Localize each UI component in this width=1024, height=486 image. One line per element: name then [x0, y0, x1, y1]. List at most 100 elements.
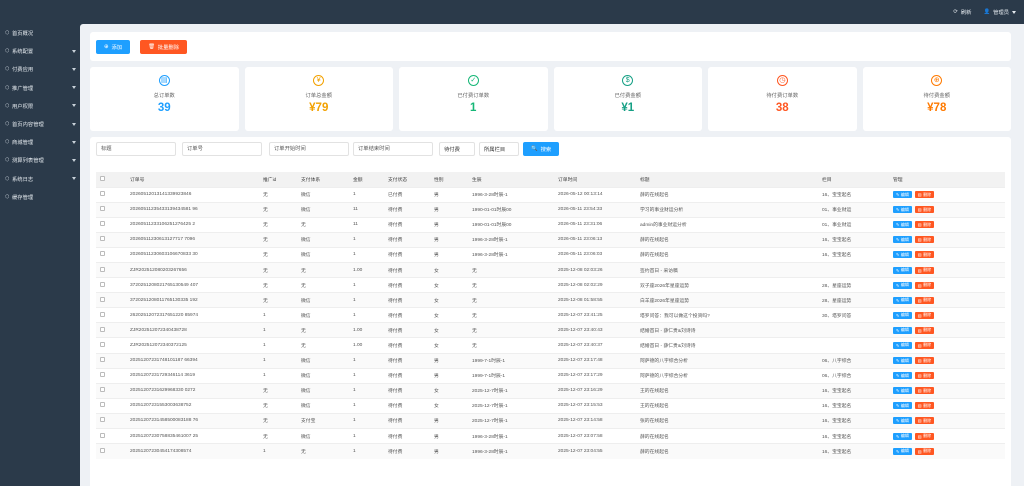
edit-button[interactable]: ✎ 编辑	[893, 251, 912, 259]
sidebar-item-1[interactable]: ⬡ 系统配置	[0, 42, 80, 60]
sidebar-item-7[interactable]: ⬡ 测算列表管理	[0, 151, 80, 169]
edit-button[interactable]: ✎ 编辑	[893, 311, 912, 319]
edit-button[interactable]: ✎ 编辑	[893, 341, 912, 349]
delete-button[interactable]: ▥ 删除	[914, 296, 935, 304]
start-time-filter-input[interactable]	[269, 142, 349, 156]
checkbox-icon[interactable]	[100, 357, 105, 363]
checkbox-icon[interactable]	[100, 432, 105, 438]
edit-button[interactable]: ✎ 编辑	[893, 221, 912, 229]
table-cell: 白羊座2026年星座运势	[636, 292, 818, 308]
row-select[interactable]	[96, 352, 126, 369]
checkbox-icon[interactable]	[100, 326, 105, 332]
add-button[interactable]: ⊕ 添加	[96, 39, 131, 54]
row-select[interactable]	[96, 427, 126, 444]
title-filter-input[interactable]	[96, 142, 176, 156]
delete-button[interactable]: ▥ 删除	[914, 341, 935, 349]
row-select[interactable]	[96, 322, 126, 338]
sidebar-item-3[interactable]: ⬡ 推广管理	[0, 79, 80, 97]
sidebar-item-6[interactable]: ⬡ 商城管理	[0, 133, 80, 151]
delete-button[interactable]: ▥ 删除	[914, 236, 935, 244]
delete-button[interactable]: ▥ 删除	[914, 311, 935, 319]
delete-button[interactable]: ▥ 删除	[914, 372, 935, 380]
edit-button[interactable]: ✎ 编辑	[893, 387, 912, 395]
order-no-filter-input[interactable]	[182, 142, 262, 156]
edit-button[interactable]: ✎ 编辑	[893, 191, 912, 199]
stat-value: ¥79	[309, 102, 329, 114]
row-select[interactable]	[96, 412, 126, 429]
row-select[interactable]	[96, 292, 126, 308]
header-select-all[interactable]	[96, 172, 126, 187]
table-cell: 阿萨德的八字综合分析	[636, 367, 818, 384]
edit-button[interactable]: ✎ 编辑	[893, 296, 912, 304]
checkbox-icon[interactable]	[100, 387, 105, 393]
row-select[interactable]	[96, 216, 126, 233]
checkbox-icon[interactable]	[100, 417, 105, 423]
delete-button[interactable]: ▥ 删除	[914, 417, 935, 425]
delete-button[interactable]: ▥ 删除	[914, 447, 935, 455]
checkbox-icon[interactable]	[100, 251, 105, 257]
row-select[interactable]	[96, 443, 126, 459]
delete-button[interactable]: ▥ 删除	[914, 191, 935, 199]
checkbox-icon[interactable]	[100, 281, 105, 287]
edit-button[interactable]: ✎ 编辑	[893, 432, 912, 440]
row-select[interactable]	[96, 337, 126, 354]
delete-button[interactable]: ▥ 删除	[914, 266, 935, 274]
batch-delete-button[interactable]: 🗑 批量删除	[140, 39, 187, 54]
refresh-button[interactable]: ⟳ 刷新	[953, 8, 971, 16]
end-time-filter-input[interactable]	[353, 142, 433, 156]
edit-button[interactable]: ✎ 编辑	[893, 236, 912, 244]
checkbox-icon[interactable]	[100, 341, 105, 347]
edit-button[interactable]: ✎ 编辑	[893, 402, 912, 410]
pencil-icon: ✎	[896, 433, 900, 439]
sidebar-item-0[interactable]: ⬡ 首页概况	[0, 24, 80, 42]
row-select[interactable]	[96, 231, 126, 248]
checkbox-icon[interactable]	[100, 311, 105, 317]
row-select[interactable]	[96, 201, 126, 218]
edit-button[interactable]: ✎ 编辑	[893, 206, 912, 214]
edit-button[interactable]: ✎ 编辑	[893, 447, 912, 455]
search-button[interactable]: 🔍 搜索	[523, 142, 560, 156]
sidebar-item-2[interactable]: ⬡ 付费应用	[0, 60, 80, 78]
sidebar-item-8[interactable]: ⬡ 系统日志	[0, 170, 80, 188]
checkbox-icon[interactable]	[100, 221, 105, 227]
edit-button[interactable]: ✎ 编辑	[893, 372, 912, 380]
delete-button[interactable]: ▥ 删除	[914, 206, 935, 214]
delete-button[interactable]: ▥ 删除	[914, 281, 935, 289]
checkbox-icon[interactable]	[100, 206, 105, 212]
user-menu[interactable]: 👤 管理员	[983, 8, 1016, 16]
checkbox-icon[interactable]	[100, 447, 105, 453]
checkbox-icon[interactable]	[100, 191, 105, 197]
row-select[interactable]	[96, 186, 126, 203]
row-select[interactable]	[96, 367, 126, 384]
checkbox-icon[interactable]	[100, 402, 105, 408]
row-select[interactable]	[96, 397, 126, 414]
row-select[interactable]	[96, 382, 126, 399]
sidebar-item-5[interactable]: ⬡ 首页内容管理	[0, 115, 80, 133]
edit-button[interactable]: ✎ 编辑	[893, 357, 912, 365]
delete-button[interactable]: ▥ 删除	[914, 326, 935, 334]
sidebar-item-4[interactable]: ⬡ 用户权限	[0, 97, 80, 115]
delete-button[interactable]: ▥ 删除	[914, 221, 935, 229]
row-select[interactable]	[96, 261, 126, 278]
edit-button[interactable]: ✎ 编辑	[893, 326, 912, 334]
delete-button[interactable]: ▥ 删除	[914, 432, 935, 440]
checkbox-icon[interactable]	[100, 372, 105, 378]
edit-button[interactable]: ✎ 编辑	[893, 281, 912, 289]
delete-button[interactable]: ▥ 删除	[914, 387, 935, 395]
edit-button[interactable]: ✎ 编辑	[893, 266, 912, 274]
status-select[interactable]: 待付费	[439, 142, 475, 156]
checkbox-icon[interactable]	[100, 296, 105, 302]
checkbox-icon[interactable]	[100, 236, 105, 242]
checkbox-icon[interactable]	[100, 266, 105, 272]
row-select[interactable]	[96, 246, 126, 263]
row-select[interactable]	[96, 277, 126, 293]
edit-button[interactable]: ✎ 编辑	[893, 417, 912, 425]
delete-button[interactable]: ▥ 删除	[914, 402, 935, 410]
delete-button[interactable]: ▥ 删除	[914, 251, 935, 259]
table-cell: 无	[297, 277, 349, 293]
column-select[interactable]: 所属栏目	[479, 142, 519, 156]
sidebar-item-9[interactable]: ⬡ 缓存管理	[0, 188, 80, 206]
row-select[interactable]	[96, 307, 126, 323]
checkbox-icon[interactable]	[100, 175, 105, 181]
delete-button[interactable]: ▥ 删除	[914, 357, 935, 365]
